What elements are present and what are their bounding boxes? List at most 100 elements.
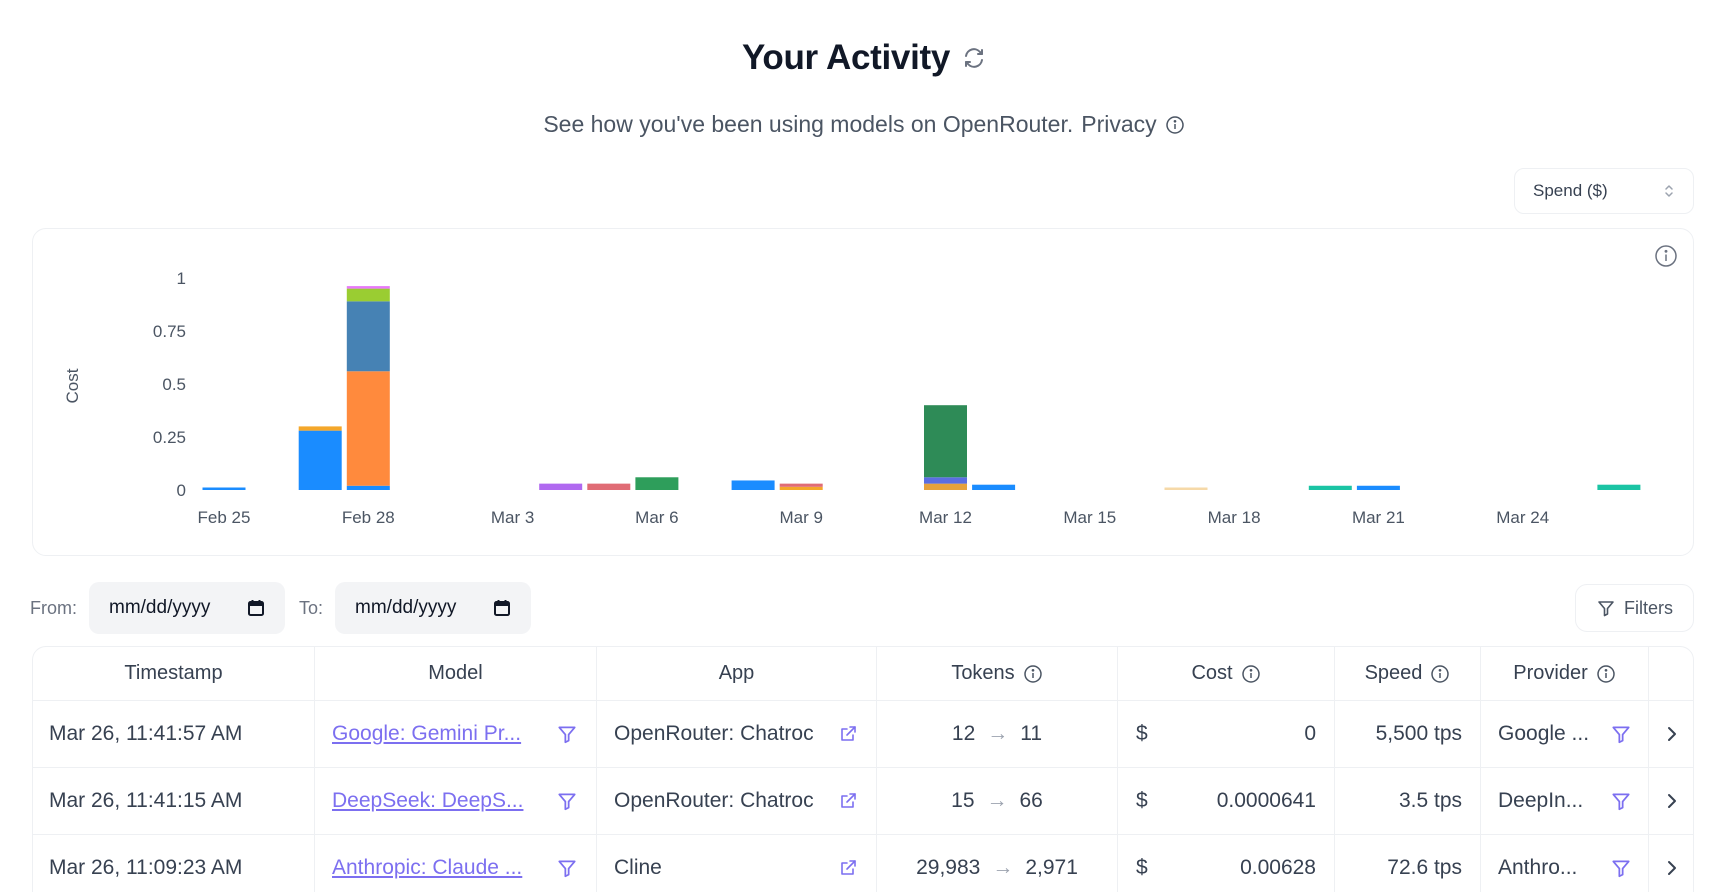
chevron-right-icon[interactable] <box>1666 724 1678 744</box>
metric-select-value: Spend ($) <box>1533 181 1608 200</box>
tokens-info-icon[interactable] <box>1023 664 1043 684</box>
cost-value: 0 <box>1304 722 1316 745</box>
cost-info-icon[interactable] <box>1241 664 1261 684</box>
page-title: Your Activity <box>741 38 951 77</box>
privacy-info-icon[interactable] <box>1165 115 1185 135</box>
bar-segment <box>924 477 967 484</box>
cost-value: 0.0000641 <box>1216 789 1316 812</box>
app-name: OpenRouter: Chatroc <box>614 722 814 745</box>
row-expand-cell <box>1649 768 1693 834</box>
model-link[interactable]: Anthropic: Claude ... <box>332 856 522 880</box>
filter-icon <box>1596 598 1616 618</box>
row-timestamp: Mar 26, 11:09:23 AM <box>33 835 315 892</box>
filter-icon[interactable] <box>556 723 578 745</box>
row-timestamp: Mar 26, 11:41:15 AM <box>33 768 315 834</box>
privacy-link[interactable]: Privacy <box>1081 111 1156 138</box>
bar-segment <box>1597 484 1641 490</box>
speed-info-icon[interactable] <box>1430 664 1450 684</box>
subtitle-row: See how you've been using models on Open… <box>0 111 1728 138</box>
app-name: OpenRouter: Chatroc <box>614 789 814 812</box>
external-link-icon[interactable] <box>838 858 858 878</box>
filter-icon[interactable] <box>1610 790 1632 812</box>
provider-name: DeepIn... <box>1498 789 1584 812</box>
row-timestamp: Mar 26, 11:41:57 AM <box>33 701 315 767</box>
col-provider-label: Provider <box>1513 662 1588 684</box>
table-row[interactable]: Mar 26, 11:41:15 AM DeepSeek: DeepS... O… <box>33 768 1693 835</box>
filter-icon[interactable] <box>556 857 578 879</box>
bar-segment <box>346 288 390 302</box>
y-tick-label: 0.5 <box>162 375 186 394</box>
external-link-icon[interactable] <box>838 724 858 744</box>
calendar-icon[interactable] <box>493 599 511 617</box>
bar-segment <box>202 487 246 490</box>
bar-segment <box>1164 487 1208 490</box>
refresh-icon[interactable] <box>962 46 986 70</box>
col-expand <box>1649 647 1693 700</box>
to-label: To: <box>299 597 324 618</box>
col-timestamp-label: Timestamp <box>124 662 223 684</box>
x-tick-label: Mar 24 <box>1496 508 1549 527</box>
x-tick-label: Feb 28 <box>342 508 395 527</box>
row-cost: $ 0.0000641 <box>1118 768 1335 834</box>
bar-segment <box>924 483 967 490</box>
col-cost: Cost <box>1118 647 1335 700</box>
title-row: Your Activity <box>0 38 1728 78</box>
from-label: From: <box>30 597 77 618</box>
to-date-input[interactable]: mm/dd/yyyy <box>335 582 532 634</box>
tokens-in: 29,983 <box>916 856 981 879</box>
cost-value: 0.00628 <box>1240 856 1316 879</box>
filters-button[interactable]: Filters <box>1575 584 1694 632</box>
chart-info-icon[interactable] <box>1653 243 1679 269</box>
row-speed: 72.6 tps <box>1335 835 1481 892</box>
row-model-cell: DeepSeek: DeepS... <box>315 768 597 834</box>
chevron-right-icon[interactable] <box>1666 858 1678 878</box>
bar-segment <box>972 484 1016 490</box>
page-subtitle: See how you've been using models on Open… <box>543 111 1074 137</box>
activity-table: Timestamp Model App Tokens Cost Speed Pr… <box>32 646 1694 892</box>
bar-segment <box>346 485 390 490</box>
provider-info-icon[interactable] <box>1596 664 1616 684</box>
bar-segment <box>779 483 823 487</box>
bar-segment <box>587 483 631 490</box>
bar-segment <box>346 286 390 289</box>
row-tokens: 15 → 66 <box>877 768 1118 834</box>
calendar-icon[interactable] <box>247 599 265 617</box>
filter-icon[interactable] <box>1610 723 1632 745</box>
bar-segment <box>298 430 342 490</box>
chevron-up-down-icon <box>1663 181 1675 201</box>
from-date-input[interactable]: mm/dd/yyyy <box>89 582 285 634</box>
col-app: App <box>597 647 877 700</box>
currency-symbol: $ <box>1136 789 1148 812</box>
row-provider-cell: Anthro... <box>1481 835 1649 892</box>
external-link-icon[interactable] <box>838 791 858 811</box>
col-tokens: Tokens <box>877 647 1118 700</box>
model-link[interactable]: Google: Gemini Pr... <box>332 722 521 746</box>
metric-select[interactable]: Spend ($) <box>1514 168 1694 214</box>
model-link[interactable]: DeepSeek: DeepS... <box>332 789 523 813</box>
row-provider-cell: Google ... <box>1481 701 1649 767</box>
bar-segment <box>346 301 390 372</box>
filter-icon[interactable] <box>556 790 578 812</box>
y-tick-label: 0 <box>177 481 186 500</box>
table-row[interactable]: Mar 26, 11:41:57 AM Google: Gemini Pr...… <box>33 701 1693 768</box>
bar-segment <box>924 405 967 478</box>
chevron-right-icon[interactable] <box>1666 791 1678 811</box>
table-header-row: Timestamp Model App Tokens Cost Speed Pr… <box>33 647 1693 701</box>
arrow-right-icon: → <box>992 856 1014 879</box>
bar-segment <box>1308 485 1352 490</box>
row-model-cell: Anthropic: Claude ... <box>315 835 597 892</box>
row-speed: 5,500 tps <box>1335 701 1481 767</box>
currency-symbol: $ <box>1136 722 1148 745</box>
table-row[interactable]: Mar 26, 11:09:23 AM Anthropic: Claude ..… <box>33 835 1693 892</box>
row-app-cell: Cline <box>597 835 877 892</box>
x-tick-label: Feb 25 <box>198 508 251 527</box>
col-speed: Speed <box>1335 647 1481 700</box>
x-tick-label: Mar 3 <box>491 508 534 527</box>
tokens-in: 15 <box>951 789 975 812</box>
x-tick-label: Mar 6 <box>635 508 678 527</box>
bar-segment <box>779 486 823 490</box>
filter-icon[interactable] <box>1610 857 1632 879</box>
to-date-placeholder: mm/dd/yyyy <box>355 597 457 618</box>
row-expand-cell <box>1649 701 1693 767</box>
col-model-label: Model <box>428 662 483 684</box>
